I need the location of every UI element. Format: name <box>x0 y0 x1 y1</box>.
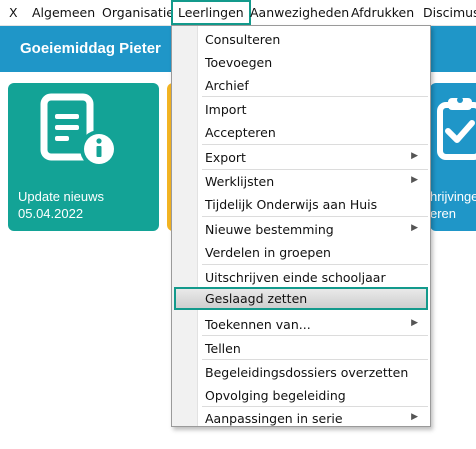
menu-item-aanpassingen-in-serie[interactable]: Aanpassingen in serie ▶ <box>172 407 430 430</box>
greeting-text: Goeiemiddag Pieter <box>20 40 161 57</box>
menu-aanwezigheden[interactable]: Aanwezigheden <box>250 0 349 26</box>
document-info-icon <box>40 93 118 168</box>
tile-news-title: Update nieuws <box>18 189 104 204</box>
menu-item-verdelen-in-groepen[interactable]: Verdelen in groepen <box>172 241 430 264</box>
submenu-arrow-icon: ▶ <box>411 318 418 328</box>
menu-item-toekennen-van[interactable]: Toekennen van... ▶ <box>172 313 430 336</box>
menu-algemeen[interactable]: Algemeen <box>32 0 95 26</box>
menu-bar: X Algemeen Organisatie Leerlingen Aanwez… <box>0 0 476 26</box>
tile-news-date: 05.04.2022 <box>18 206 84 221</box>
menu-item-consulteren[interactable]: Consulteren <box>172 28 430 51</box>
menu-item-label: Verdelen in groepen <box>205 245 331 260</box>
menu-item-accepteren[interactable]: Accepteren <box>172 121 430 144</box>
menu-item-tijdelijk-onderwijs[interactable]: Tijdelijk Onderwijs aan Huis <box>172 193 430 216</box>
menu-item-label: Import <box>205 102 247 117</box>
menu-item-opvolging-begeleiding[interactable]: Opvolging begeleiding <box>172 384 430 407</box>
menu-item-label: Tellen <box>205 341 241 356</box>
menu-item-label: Uitschrijven einde schooljaar <box>205 270 386 285</box>
menu-item-geslaagd-zetten[interactable]: Geslaagd zetten <box>174 287 428 310</box>
menu-item-label: Geslaagd zetten <box>205 291 308 306</box>
menu-afdrukken[interactable]: Afdrukken <box>351 0 414 26</box>
menu-separator <box>202 359 428 360</box>
menu-item-archief[interactable]: Archief <box>172 74 430 97</box>
menu-item-label: Archief <box>205 78 249 93</box>
tile-partial-right[interactable]: hrijvinge eren <box>430 83 476 231</box>
menu-item-label: Toevoegen <box>205 55 273 70</box>
menu-item-label: Consulteren <box>205 32 281 47</box>
tile-update-news[interactable]: Update nieuws 05.04.2022 <box>8 83 159 231</box>
menu-item-label: Begeleidingsdossiers overzetten <box>205 365 409 380</box>
menu-item-werklijsten[interactable]: Werklijsten ▶ <box>172 170 430 193</box>
menu-separator <box>202 144 428 145</box>
menu-separator <box>202 96 428 97</box>
menu-separator <box>202 335 428 336</box>
menu-item-label: Accepteren <box>205 125 276 140</box>
menu-item-begeleidingsdossiers[interactable]: Begeleidingsdossiers overzetten <box>172 361 430 384</box>
menu-item-label: Aanpassingen in serie <box>205 411 343 426</box>
submenu-arrow-icon: ▶ <box>411 412 418 422</box>
menu-discimus[interactable]: Discimus <box>423 0 476 26</box>
menu-item-label: Export <box>205 150 246 165</box>
menu-item-label: Nieuwe bestemming <box>205 222 334 237</box>
tile-partial-caption-2: eren <box>430 206 457 221</box>
menu-item-uitschrijven[interactable]: Uitschrijven einde schooljaar <box>172 266 430 289</box>
submenu-arrow-icon: ▶ <box>411 175 418 185</box>
menu-item-toevoegen[interactable]: Toevoegen <box>172 51 430 74</box>
menu-item-label: Werklijsten <box>205 174 275 189</box>
tile-partial-caption-1: hrijvinge <box>430 189 476 204</box>
menu-separator <box>202 216 428 217</box>
menu-leerlingen[interactable]: Leerlingen <box>171 0 251 25</box>
menu-organisatie[interactable]: Organisatie <box>102 0 174 26</box>
menu-item-label: Tijdelijk Onderwijs aan Huis <box>205 197 378 212</box>
submenu-arrow-icon: ▶ <box>411 223 418 233</box>
menu-item-import[interactable]: Import <box>172 98 430 121</box>
clipboard-check-icon <box>437 97 476 160</box>
submenu-arrow-icon: ▶ <box>411 151 418 161</box>
menu-item-tellen[interactable]: Tellen <box>172 337 430 360</box>
menu-item-export[interactable]: Export ▶ <box>172 146 430 169</box>
menu-item-label: Toekennen van... <box>205 317 311 332</box>
menu-item-label: Opvolging begeleiding <box>205 388 346 403</box>
menu-item-nieuwe-bestemming[interactable]: Nieuwe bestemming ▶ <box>172 218 430 241</box>
menu-separator <box>202 264 428 265</box>
menu-close-x[interactable]: X <box>9 0 18 26</box>
leerlingen-dropdown-menu: Consulteren Toevoegen Archief Import Acc… <box>171 25 431 427</box>
